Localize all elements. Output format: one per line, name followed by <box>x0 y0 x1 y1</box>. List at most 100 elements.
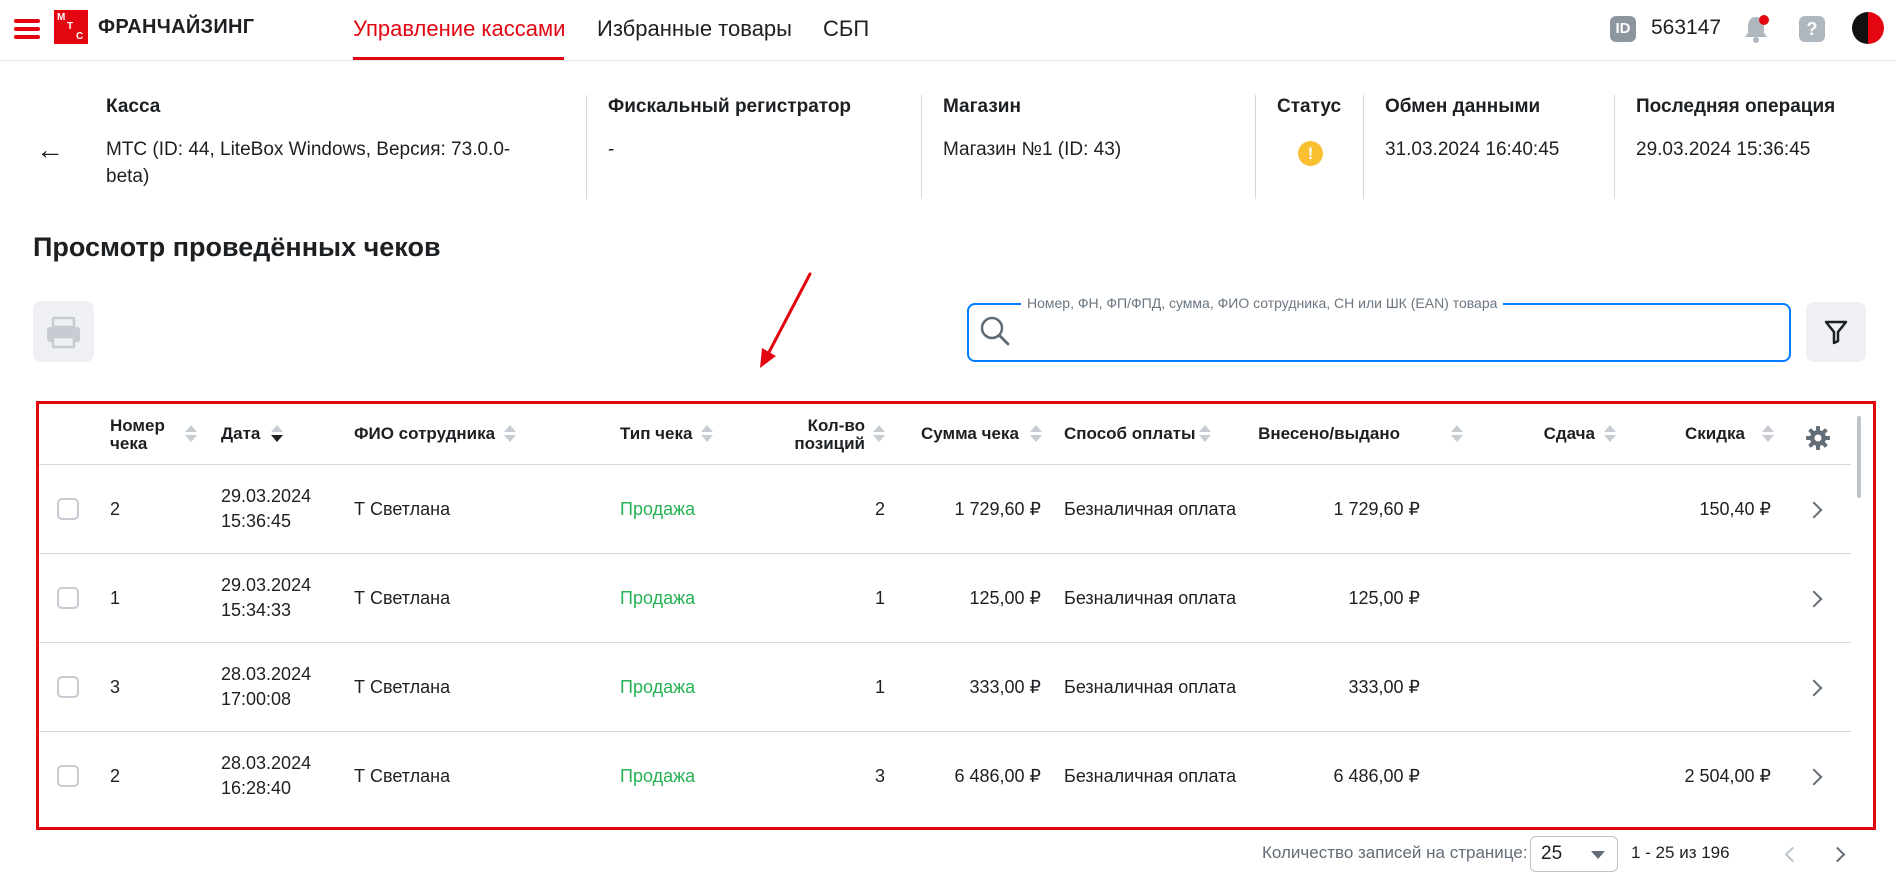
filter-button[interactable] <box>1806 302 1866 362</box>
page-size-label: Количество записей на странице: <box>1262 843 1528 862</box>
mts-logo[interactable]: М Т С <box>54 10 88 44</box>
cell-date: 28.03.2024 <box>221 753 312 773</box>
sort-icon[interactable] <box>1198 425 1212 443</box>
info-kassa: Касса МТС (ID: 44, LiteBox Windows, Верс… <box>106 96 546 190</box>
tab-favorite-products[interactable]: Избранные товары <box>597 16 792 42</box>
cell-type: Продажа <box>620 499 696 519</box>
table-row[interactable]: 2 29.03.2024 15:36:45 Т Светлана Продажа… <box>39 465 1851 554</box>
cell-paid: 125,00 ₽ <box>1348 588 1420 608</box>
dropdown-caret-icon <box>1591 851 1605 859</box>
info-shop: Магазин Магазин №1 (ID: 43) <box>943 96 1243 163</box>
chevron-right-icon[interactable] <box>1805 590 1823 608</box>
notification-dot <box>1759 15 1769 25</box>
column-payment[interactable]: Способ оплаты <box>1064 425 1196 443</box>
next-page-icon[interactable] <box>1829 846 1846 863</box>
row-checkbox[interactable] <box>57 765 79 787</box>
sort-icon[interactable] <box>184 425 198 443</box>
brand-name: ФРАНЧАЙЗИНГ <box>98 16 255 38</box>
cell-employee: Т Светлана <box>354 588 451 608</box>
table-row[interactable]: 3 28.03.2024 17:00:08 Т Светлана Продажа… <box>39 643 1851 732</box>
account-id: 563147 <box>1651 16 1722 39</box>
cell-sum: 125,00 ₽ <box>969 588 1041 608</box>
info-status: Статус <box>1277 96 1367 118</box>
divider <box>1614 95 1615 199</box>
info-shop-label: Магазин <box>943 96 1021 117</box>
print-button[interactable] <box>33 301 94 362</box>
info-status-label: Статус <box>1277 96 1342 117</box>
info-kassa-label: Касса <box>106 96 161 117</box>
prev-page-icon[interactable] <box>1784 846 1801 863</box>
sort-icon[interactable] <box>503 425 517 443</box>
table-scrollbar[interactable] <box>1857 416 1861 498</box>
column-type[interactable]: Тип чека <box>620 425 692 443</box>
printer-icon <box>47 316 80 349</box>
page-title: Просмотр проведённых чеков <box>33 232 441 262</box>
column-employee[interactable]: ФИО сотрудника <box>354 425 495 443</box>
sort-icon[interactable] <box>1603 425 1617 443</box>
cell-paid: 1 729,60 ₽ <box>1333 499 1420 519</box>
sort-icon[interactable] <box>1450 425 1464 443</box>
table-row[interactable]: 2 28.03.2024 16:28:40 Т Светлана Продажа… <box>39 732 1851 821</box>
row-checkbox[interactable] <box>57 676 79 698</box>
cell-date: 29.03.2024 <box>221 575 312 595</box>
avatar[interactable] <box>1852 12 1884 44</box>
cell-paid: 6 486,00 ₽ <box>1333 766 1420 786</box>
top-bar: М Т С ФРАНЧАЙЗИНГ Управление кассами Изб… <box>0 0 1896 61</box>
notifications-bell-icon[interactable] <box>1742 14 1770 44</box>
cell-sum: 333,00 ₽ <box>969 677 1041 697</box>
chevron-right-icon[interactable] <box>1805 679 1823 697</box>
annotation-arrow <box>760 272 812 368</box>
gear-icon[interactable] <box>1805 425 1831 451</box>
column-discount[interactable]: Скидка <box>1645 425 1745 443</box>
cell-payment: Безналичная оплата <box>1064 588 1237 608</box>
cell-type: Продажа <box>620 677 696 697</box>
info-fiscal-value: - <box>608 139 615 160</box>
table-row[interactable]: 1 29.03.2024 15:34:33 Т Светлана Продажа… <box>39 554 1851 643</box>
row-checkbox[interactable] <box>57 587 79 609</box>
column-sum[interactable]: Сумма чека <box>921 425 1019 443</box>
info-kassa-value: МТС (ID: 44, LiteBox Windows, Версия: 73… <box>106 139 511 187</box>
info-last-operation: Последняя операция 29.03.2024 15:36:45 <box>1636 96 1886 163</box>
cell-qty: 1 <box>874 588 885 608</box>
sort-icon[interactable] <box>700 425 714 443</box>
column-qty[interactable]: Кол-во позиций <box>785 417 865 453</box>
warning-icon[interactable]: ! <box>1298 141 1323 166</box>
cell-payment: Безналичная оплата <box>1064 677 1237 697</box>
info-shop-value: Магазин №1 (ID: 43) <box>943 139 1122 160</box>
column-change[interactable]: Сдача <box>1495 425 1595 443</box>
column-date[interactable]: Дата <box>221 425 260 443</box>
sort-icon[interactable] <box>1761 425 1775 443</box>
sort-icon[interactable] <box>1029 425 1043 443</box>
tab-cash-management[interactable]: Управление кассами <box>353 16 565 42</box>
filter-icon <box>1824 320 1848 345</box>
chevron-right-icon[interactable] <box>1805 768 1823 786</box>
cell-qty: 2 <box>874 499 885 519</box>
cell-sum: 1 729,60 ₽ <box>954 499 1041 519</box>
sort-icon[interactable] <box>872 425 886 443</box>
info-exchange: Обмен данными 31.03.2024 16:40:45 <box>1385 96 1605 163</box>
tab-sbp[interactable]: СБП <box>823 16 869 42</box>
divider <box>586 95 587 199</box>
search-icon <box>980 316 1010 346</box>
cell-number: 2 <box>110 766 121 786</box>
help-icon[interactable]: ? <box>1799 16 1825 42</box>
chevron-right-icon[interactable] <box>1805 501 1823 519</box>
search-input[interactable] <box>1015 317 1775 349</box>
row-checkbox[interactable] <box>57 498 79 520</box>
back-arrow-icon[interactable]: ← <box>36 134 64 166</box>
page-size-select[interactable]: 25 <box>1530 836 1618 872</box>
table-header: Номер чека Дата ФИО сотрудника Тип чека … <box>39 404 1851 465</box>
sort-desc-icon[interactable] <box>270 425 284 443</box>
id-icon: ID <box>1610 16 1636 42</box>
active-tab-indicator <box>353 57 564 60</box>
column-number[interactable]: Номер чека <box>110 417 174 453</box>
page-size-value: 25 <box>1541 843 1563 864</box>
divider <box>1255 95 1256 199</box>
cell-employee: Т Светлана <box>354 677 451 697</box>
column-paid[interactable]: Внесено/выдано <box>1220 425 1400 443</box>
info-exchange-label: Обмен данными <box>1385 96 1541 117</box>
menu-icon[interactable] <box>14 19 40 39</box>
info-fiscal: Фискальный регистратор - <box>608 96 908 163</box>
cell-number: 2 <box>110 499 121 519</box>
cell-date: 29.03.2024 <box>221 486 312 506</box>
